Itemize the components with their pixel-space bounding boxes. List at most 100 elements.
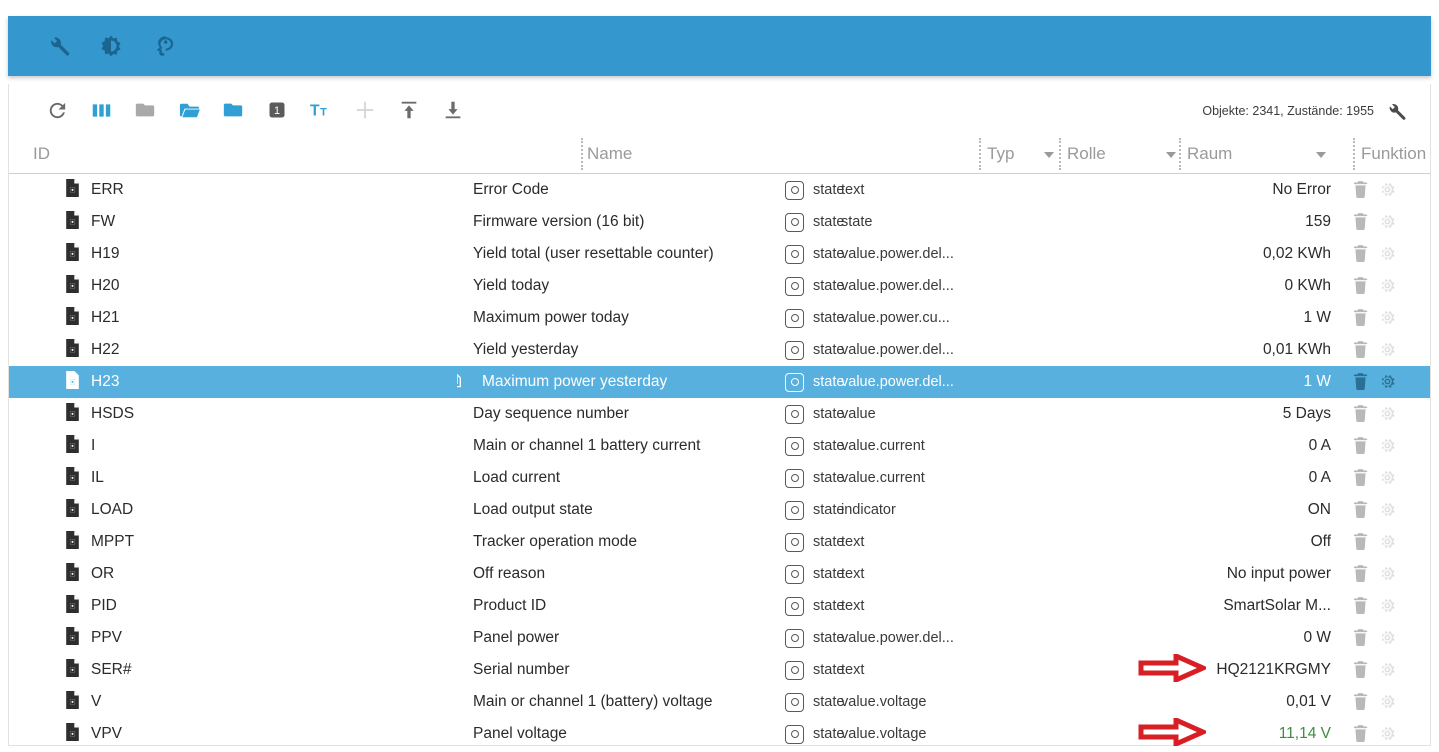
cell-value[interactable]: ON	[1049, 494, 1331, 526]
column-divider-funktion[interactable]	[1353, 138, 1355, 170]
gear-icon[interactable]	[1379, 565, 1395, 583]
table-row[interactable]: VPV Panel voltage state value.voltage 11,14 …	[9, 718, 1430, 746]
column-header-typ[interactable]: Typ	[987, 144, 1014, 164]
table-row[interactable]: H23 Maximum power yesterday state value.pow…	[9, 366, 1430, 398]
cell-value[interactable]: 5 Days	[1049, 398, 1331, 430]
cell-value[interactable]: HQ2121KRGMY	[1049, 654, 1331, 686]
column-divider-raum[interactable]	[1179, 138, 1181, 170]
column-header-id[interactable]: ID	[33, 144, 50, 164]
delete-icon[interactable]	[1353, 565, 1369, 583]
table-row[interactable]: H22 Yield yesterday state value.power.del..…	[9, 334, 1430, 366]
gear-icon[interactable]	[1379, 213, 1395, 231]
brightness-icon[interactable]	[98, 33, 124, 59]
table-row[interactable]: LOAD Load output state state indicator ON	[9, 494, 1430, 526]
table-row[interactable]: FW Firmware version (16 bit) state state 159	[9, 206, 1430, 238]
cell-value[interactable]: 1 W	[1049, 302, 1331, 334]
delete-icon[interactable]	[1353, 437, 1369, 455]
table-row[interactable]: H21 Maximum power today state value.power.c…	[9, 302, 1430, 334]
delete-icon[interactable]	[1353, 597, 1369, 615]
cell-value[interactable]: 0 KWh	[1049, 270, 1331, 302]
import-download-icon[interactable]	[431, 93, 475, 127]
delete-icon[interactable]	[1353, 405, 1369, 423]
table-row[interactable]: H19 Yield total (user resettable counter)…	[9, 238, 1430, 270]
cell-value[interactable]: 0 A	[1049, 430, 1331, 462]
chevron-down-icon-raum[interactable]	[1316, 152, 1326, 158]
delete-icon[interactable]	[1353, 533, 1369, 551]
gear-icon[interactable]	[1379, 245, 1395, 263]
delete-icon[interactable]	[1353, 725, 1369, 743]
delete-icon[interactable]	[1353, 469, 1369, 487]
column-header-name[interactable]: Name	[587, 144, 632, 164]
table-row[interactable]: V Main or channel 1 (battery) voltage stat…	[9, 686, 1430, 718]
delete-icon[interactable]	[1353, 501, 1369, 519]
table-row[interactable]: PID Product ID state text SmartSolar M...	[9, 590, 1430, 622]
delete-icon[interactable]	[1353, 341, 1369, 359]
cell-value[interactable]: 0,02 KWh	[1049, 238, 1331, 270]
gear-icon[interactable]	[1379, 469, 1395, 487]
gear-icon[interactable]	[1379, 437, 1395, 455]
cell-value[interactable]: 0 W	[1049, 622, 1331, 654]
table-row[interactable]: HSDS Day sequence number state value 5 Days	[9, 398, 1430, 430]
table-row[interactable]: IL Load current state value.current 0 A	[9, 462, 1430, 494]
depth-1-badge-icon[interactable]: 1	[255, 93, 299, 127]
table-row[interactable]: I Main or channel 1 battery current state v…	[9, 430, 1430, 462]
gear-icon[interactable]	[1379, 597, 1395, 615]
cell-value[interactable]: 0 A	[1049, 462, 1331, 494]
cell-value[interactable]: Off	[1049, 526, 1331, 558]
chevron-down-icon-rolle[interactable]	[1166, 152, 1176, 158]
wrench-icon[interactable]	[46, 33, 72, 59]
cell-value[interactable]: No input power	[1049, 558, 1331, 590]
cell-value[interactable]: 159	[1049, 206, 1331, 238]
delete-icon[interactable]	[1353, 629, 1369, 647]
cell-value[interactable]: 11,14 V	[1049, 718, 1331, 746]
delete-icon[interactable]	[1353, 693, 1369, 711]
cell-value[interactable]: 0,01 V	[1049, 686, 1331, 718]
delete-icon[interactable]	[1353, 213, 1369, 231]
gear-icon[interactable]	[1379, 693, 1395, 711]
delete-icon[interactable]	[1353, 245, 1369, 263]
plus-icon[interactable]	[343, 93, 387, 127]
columns-icon[interactable]	[79, 93, 123, 127]
gear-icon[interactable]	[1379, 341, 1395, 359]
text-format-icon[interactable]: TT	[299, 93, 343, 127]
folder-closed-icon[interactable]	[123, 93, 167, 127]
gear-icon[interactable]	[1379, 533, 1395, 551]
folder-open-icon[interactable]	[167, 93, 211, 127]
column-divider-rolle[interactable]	[1059, 138, 1061, 170]
delete-icon[interactable]	[1353, 661, 1369, 679]
column-divider-name[interactable]	[581, 138, 583, 170]
table-row[interactable]: H20 Yield today state value.power.del... 0 K…	[9, 270, 1430, 302]
refresh-icon[interactable]	[35, 93, 79, 127]
table-row[interactable]: OR Off reason state text No input power	[9, 558, 1430, 590]
cell-value[interactable]: SmartSolar M...	[1049, 590, 1331, 622]
folder-icon[interactable]	[211, 93, 255, 127]
table-row[interactable]: SER# Serial number state text HQ2121KRGMY	[9, 654, 1430, 686]
delete-icon[interactable]	[1353, 309, 1369, 327]
delete-icon[interactable]	[1353, 277, 1369, 295]
delete-icon[interactable]	[1353, 181, 1369, 199]
gear-icon[interactable]	[1379, 661, 1395, 679]
expert-head-icon[interactable]	[150, 33, 176, 59]
cell-value[interactable]: 0,01 KWh	[1049, 334, 1331, 366]
cell-value[interactable]: 1 W	[1049, 366, 1331, 398]
table-row[interactable]: ERR Error Code state text No Error	[9, 174, 1430, 206]
cell-value[interactable]: No Error	[1049, 174, 1331, 206]
gear-icon[interactable]	[1379, 373, 1395, 391]
export-upload-icon[interactable]	[387, 93, 431, 127]
chevron-down-icon-typ[interactable]	[1044, 152, 1054, 158]
delete-icon[interactable]	[1353, 373, 1369, 391]
column-header-funktion[interactable]: Funktion	[1361, 144, 1426, 164]
settings-wrench-icon[interactable]	[1384, 99, 1408, 123]
gear-icon[interactable]	[1379, 629, 1395, 647]
gear-icon[interactable]	[1379, 725, 1395, 743]
gear-icon[interactable]	[1379, 309, 1395, 327]
column-divider-typ[interactable]	[979, 138, 981, 170]
gear-icon[interactable]	[1379, 405, 1395, 423]
gear-icon[interactable]	[1379, 277, 1395, 295]
gear-icon[interactable]	[1379, 181, 1395, 199]
column-header-rolle[interactable]: Rolle	[1067, 144, 1106, 164]
table-row[interactable]: MPPT Tracker operation mode state text Off	[9, 526, 1430, 558]
column-header-raum[interactable]: Raum	[1187, 144, 1232, 164]
gear-icon[interactable]	[1379, 501, 1395, 519]
table-row[interactable]: PPV Panel power state value.power.del... 0 W	[9, 622, 1430, 654]
